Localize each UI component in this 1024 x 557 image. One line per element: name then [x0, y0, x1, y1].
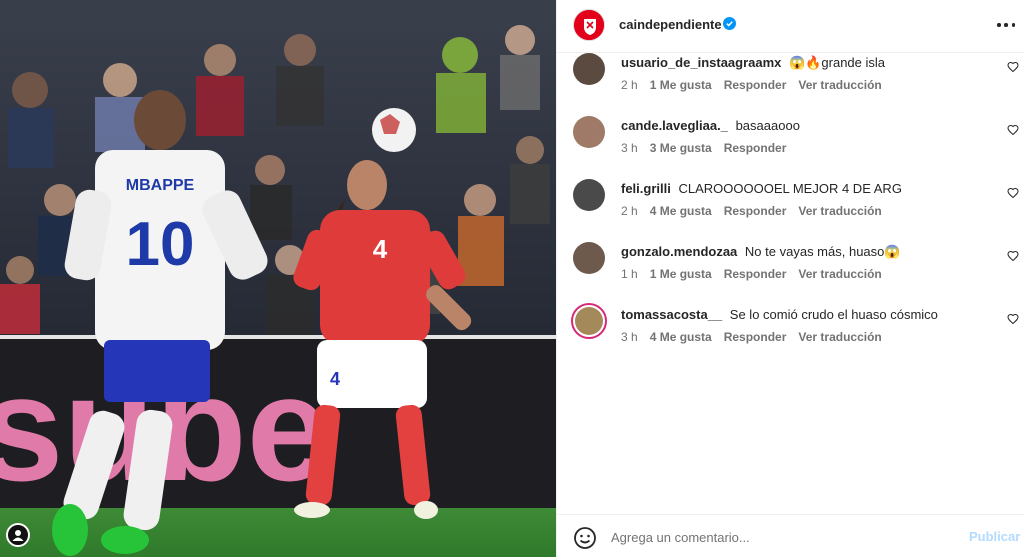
comment-input[interactable] [611, 527, 951, 547]
account-username[interactable]: caindependiente [619, 17, 722, 32]
comment-likes[interactable]: 4 Me gusta [650, 204, 712, 218]
comment-time[interactable]: 1 h [621, 267, 638, 281]
post-sidebar: caindependiente usuario_de_instaagraamx … [556, 0, 1024, 557]
player-right-number: 4 [373, 234, 388, 264]
user-tag-icon[interactable] [6, 523, 30, 547]
comment-avatar[interactable] [573, 53, 605, 85]
heart-icon[interactable] [1007, 313, 1019, 325]
comment-item: cande.lavegliaa._ basaaaooo 3 h 3 Me gus… [557, 116, 1024, 176]
comment-meta: 3 h 3 Me gusta Responder [621, 141, 786, 155]
comment-username[interactable]: gonzalo.mendozaa [621, 244, 737, 259]
comment-item: tomassacosta__ Se lo comió crudo el huas… [557, 303, 1024, 365]
comment-username[interactable]: cande.lavegliaa._ [621, 118, 728, 133]
publish-button[interactable]: Publicar [969, 529, 1020, 544]
comment-composer: Publicar [557, 514, 1024, 557]
comment-avatar[interactable] [573, 242, 605, 274]
see-translation-button[interactable]: Ver traducción [798, 330, 881, 344]
more-horizontal-icon[interactable] [997, 23, 1015, 29]
reply-button[interactable]: Responder [724, 267, 787, 281]
see-translation-button[interactable]: Ver traducción [798, 267, 881, 281]
see-translation-button[interactable]: Ver traducción [798, 78, 881, 92]
comment-likes[interactable]: 4 Me gusta [650, 330, 712, 344]
heart-icon[interactable] [1007, 61, 1019, 73]
comment-likes[interactable]: 1 Me gusta [650, 267, 712, 281]
comment-time[interactable]: 2 h [621, 204, 638, 218]
player-left-name: MBAPPE [126, 177, 195, 194]
comment-item: gonzalo.mendozaa No te vayas más, huaso😱… [557, 242, 1024, 302]
comment-time[interactable]: 2 h [621, 78, 638, 92]
comment-username[interactable]: tomassacosta__ [621, 307, 722, 322]
reply-button[interactable]: Responder [724, 204, 787, 218]
heart-icon[interactable] [1007, 187, 1019, 199]
comment-meta: 1 h 1 Me gusta Responder Ver traducción [621, 267, 882, 281]
comment-time[interactable]: 3 h [621, 330, 638, 344]
comment-username[interactable]: usuario_de_instaagraamx [621, 55, 781, 70]
reply-button[interactable]: Responder [724, 330, 787, 344]
photo-scene: sube MBAPPE 10 4 [0, 0, 556, 557]
comment-likes[interactable]: 1 Me gusta [650, 78, 712, 92]
comment-time[interactable]: 3 h [621, 141, 638, 155]
comment-text: No te vayas más, huaso😱 [744, 244, 901, 259]
comment-text: CLAROOOOOOEL MEJOR 4 DE ARG [678, 181, 902, 196]
comment-username[interactable]: feli.grilli [621, 181, 671, 196]
reply-button[interactable]: Responder [724, 141, 787, 155]
post-header: caindependiente [557, 0, 1024, 53]
emoji-icon[interactable] [573, 526, 597, 550]
comment-text: 😱🔥grande isla [789, 55, 886, 70]
comment-item: usuario_de_instaagraamx 😱🔥grande isla 2 … [557, 53, 1024, 113]
comment-text: basaaaooo [735, 118, 800, 133]
player-left-number: 10 [126, 210, 195, 279]
comment-meta: 3 h 4 Me gusta Responder Ver traducción [621, 330, 882, 344]
comment-meta: 2 h 4 Me gusta Responder Ver traducción [621, 204, 882, 218]
account-avatar[interactable] [573, 9, 605, 41]
comment-avatar[interactable] [571, 303, 607, 339]
comment-avatar[interactable] [573, 116, 605, 148]
see-translation-button[interactable]: Ver traducción [798, 204, 881, 218]
player-right-short-number: 4 [330, 369, 340, 389]
comment-likes[interactable]: 3 Me gusta [650, 141, 712, 155]
comment-avatar[interactable] [573, 179, 605, 211]
reply-button[interactable]: Responder [724, 78, 787, 92]
comment-meta: 2 h 1 Me gusta Responder Ver traducción [621, 78, 882, 92]
heart-icon[interactable] [1007, 124, 1019, 136]
comment-text: Se lo comió crudo el huaso cósmico [729, 307, 938, 322]
comment-item: feli.grilli CLAROOOOOOEL MEJOR 4 DE ARG … [557, 179, 1024, 239]
post-photo[interactable]: sube MBAPPE 10 4 [0, 0, 556, 557]
verified-badge-icon [723, 17, 736, 30]
heart-icon[interactable] [1007, 250, 1019, 262]
